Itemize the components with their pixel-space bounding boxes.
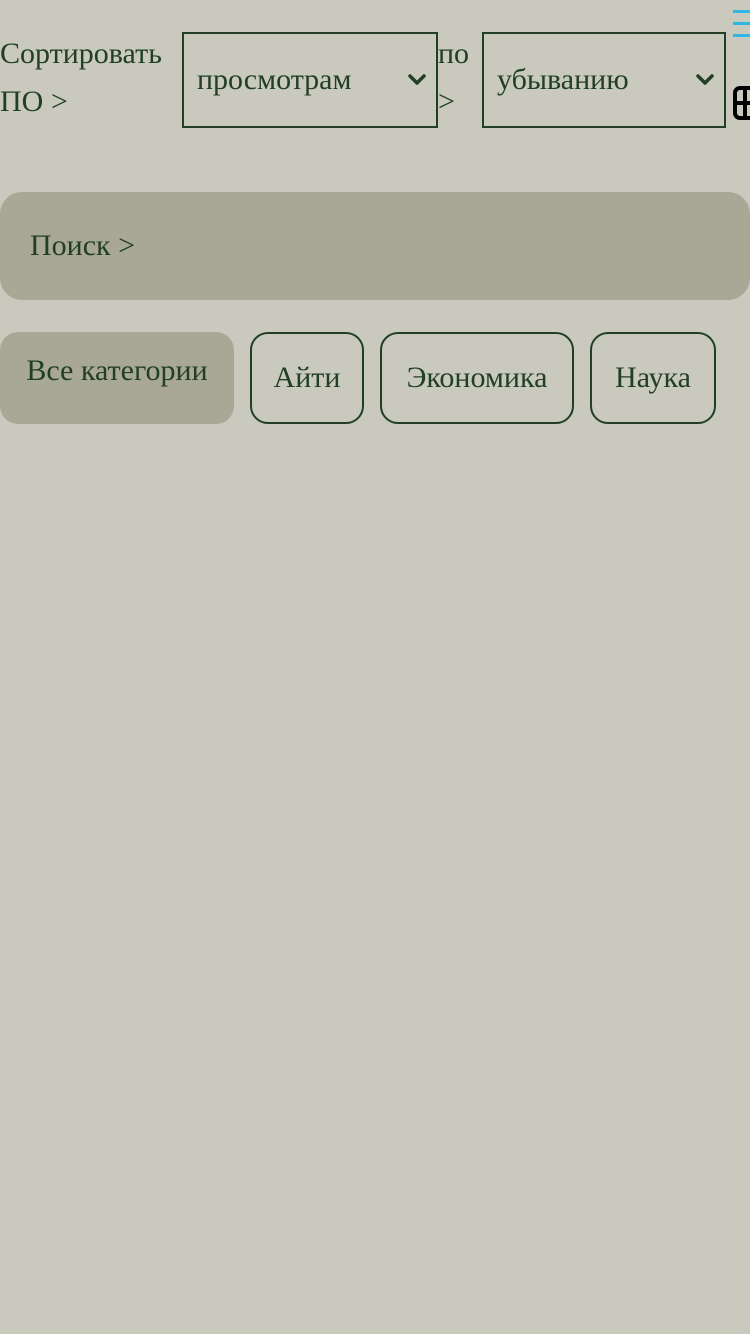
sort-order-select[interactable]: убыванию [482, 32, 726, 128]
category-chip-label: Экономика [406, 361, 548, 394]
sort-by-select[interactable]: просмотрам [182, 32, 438, 128]
menu-icon[interactable] [733, 6, 750, 40]
category-chip-label: Все категории [26, 354, 208, 387]
category-chip-science[interactable]: Наука [590, 332, 716, 424]
grid-view-icon[interactable] [733, 86, 750, 122]
search-bar[interactable]: Поиск > [0, 192, 750, 300]
sort-order-label: по > [438, 37, 470, 118]
sort-label: Сортировать ПО > [0, 37, 162, 118]
sort-by-value: просмотрам [197, 63, 352, 96]
category-chip-all[interactable]: Все категории [0, 332, 234, 424]
search-label: Поиск > [30, 229, 136, 262]
chevron-down-icon [408, 74, 426, 85]
category-chip-label: Наука [615, 361, 691, 394]
category-chip-label: Айти [273, 361, 341, 394]
chevron-down-icon [696, 74, 714, 85]
category-chip-it[interactable]: Айти [250, 332, 364, 424]
sort-order-value: убыванию [497, 63, 629, 96]
category-chip-economics[interactable]: Экономика [380, 332, 574, 424]
